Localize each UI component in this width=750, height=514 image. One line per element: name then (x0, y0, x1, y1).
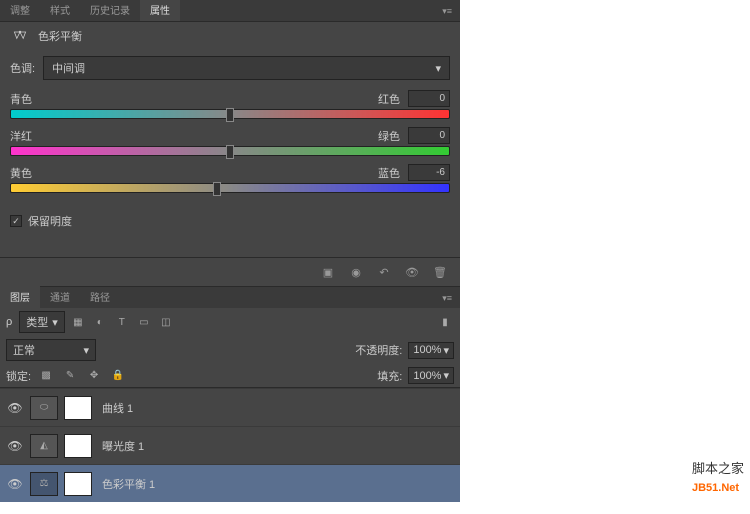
annotation-text: 然后往黄色偏移就可以啦。 ３添加两层品色图层过后，画面整体色彩会有点偏欠暖色。所… (0, 12, 722, 514)
watermark: 脚本之家 JB51.Net (692, 458, 744, 496)
